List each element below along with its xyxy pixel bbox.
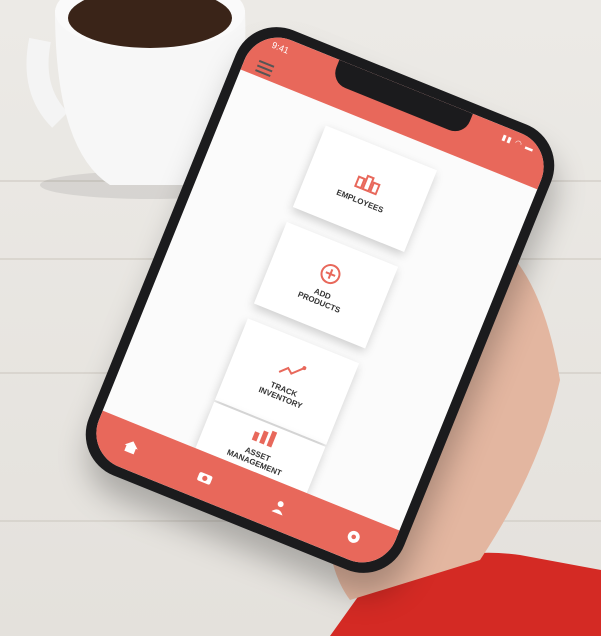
asset-icon	[251, 430, 278, 448]
trend-icon	[278, 366, 307, 375]
user-icon[interactable]	[263, 490, 297, 524]
camera-icon[interactable]	[188, 460, 222, 494]
add-icon	[320, 264, 341, 285]
home-icon[interactable]	[114, 430, 148, 464]
employees-icon	[354, 174, 381, 195]
status-time: 9:41	[270, 39, 291, 56]
settings-icon[interactable]	[337, 520, 371, 554]
status-icons: ▮▮ ◠ ▬	[500, 132, 536, 154]
